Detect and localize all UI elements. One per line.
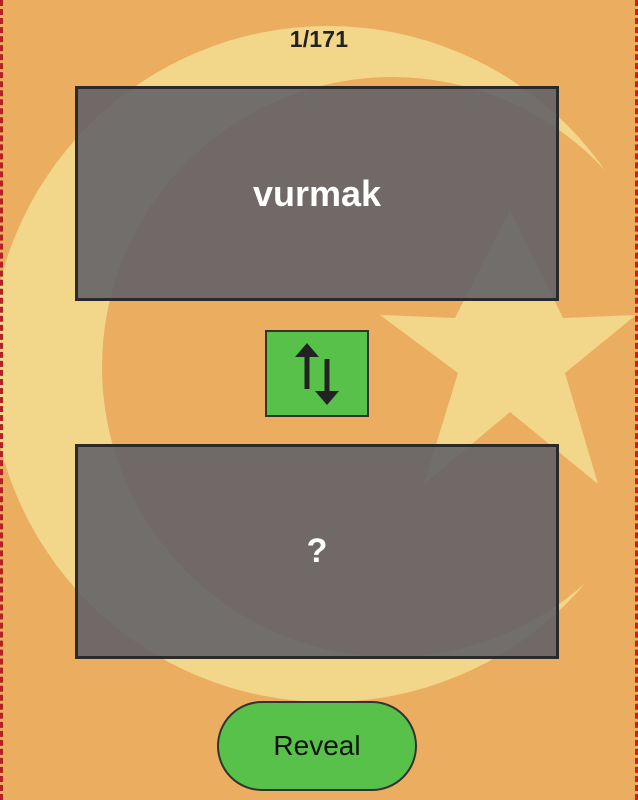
prompt-card: vurmak (75, 86, 559, 301)
swap-vertical-arrows-icon (295, 342, 339, 405)
swap-direction-button[interactable] (265, 330, 369, 417)
reveal-button[interactable]: Reveal (217, 701, 417, 791)
prompt-word: vurmak (252, 172, 382, 214)
progress-counter: 1/171 (289, 26, 349, 52)
answer-placeholder: ? (306, 532, 328, 570)
answer-card[interactable]: ? (75, 444, 559, 659)
reveal-button-label: Reveal (273, 730, 361, 761)
